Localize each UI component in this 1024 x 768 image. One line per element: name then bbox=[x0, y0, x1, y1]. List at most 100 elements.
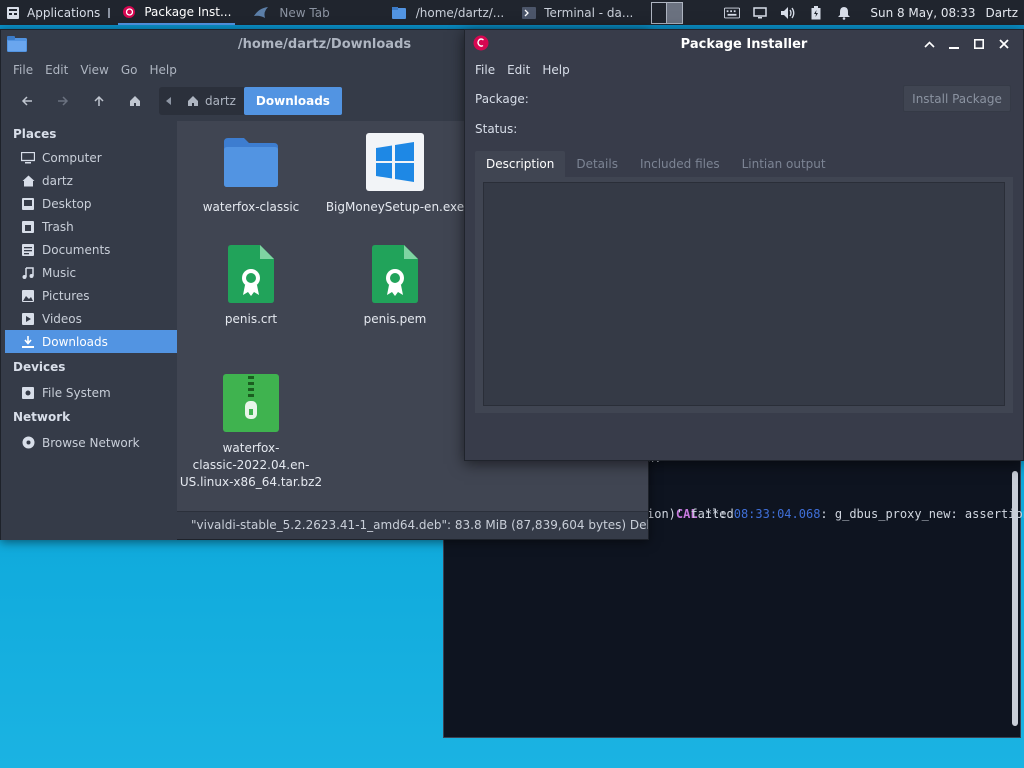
sidebar-item-desktop[interactable]: Desktop bbox=[1, 192, 177, 215]
package-installer-titlebar[interactable]: Package Installer bbox=[465, 30, 1023, 58]
menu-file[interactable]: File bbox=[475, 63, 495, 77]
task-package-installer[interactable]: Package Inst... bbox=[118, 0, 236, 25]
maximize-button[interactable] bbox=[968, 33, 990, 55]
home-icon bbox=[21, 174, 35, 188]
file-item-archive[interactable]: waterfox- classic-2022.04.en- US.linux-x… bbox=[179, 374, 323, 491]
file-name: penis.crt bbox=[224, 312, 278, 326]
sidebar-item-label: Pictures bbox=[42, 288, 90, 303]
debian-icon bbox=[473, 35, 489, 55]
sidebar-item-label: dartz bbox=[42, 173, 73, 188]
sidebar-item-label: Desktop bbox=[42, 196, 92, 211]
file-item-certificate[interactable]: penis.pem bbox=[323, 245, 467, 328]
breadcrumb-downloads[interactable]: Downloads bbox=[243, 87, 342, 115]
file-name: penis.pem bbox=[363, 312, 427, 326]
sidebar-item-label: Videos bbox=[42, 311, 82, 326]
keyboard-icon[interactable] bbox=[724, 5, 741, 21]
file-item-certificate[interactable]: penis.crt bbox=[179, 245, 323, 328]
sidebar-item-label: Music bbox=[42, 265, 77, 280]
file-item-exe[interactable]: BigMoneySetup-en.exe bbox=[323, 133, 467, 216]
file-name: waterfox- classic-2022.04.en- US.linux-x… bbox=[179, 440, 323, 491]
menu-help[interactable]: Help bbox=[542, 63, 569, 77]
computer-icon bbox=[21, 151, 35, 165]
sidebar-item-file-system[interactable]: File System bbox=[1, 381, 177, 404]
debian-icon bbox=[122, 5, 136, 19]
notifications-icon[interactable] bbox=[836, 5, 852, 21]
sidebar-item-pictures[interactable]: Pictures bbox=[1, 284, 177, 307]
panel-tray: Sun 8 May, 08:33 Dartz bbox=[718, 0, 1024, 25]
minimize-button[interactable] bbox=[943, 33, 965, 55]
panel-clock[interactable]: Sun 8 May, 08:33 bbox=[870, 6, 975, 20]
task-file-manager[interactable]: /home/dartz/... bbox=[388, 0, 509, 25]
task-terminal[interactable]: Terminal - da... bbox=[518, 0, 637, 25]
description-text-view[interactable] bbox=[483, 182, 1005, 406]
menu-go[interactable]: Go bbox=[121, 63, 138, 77]
tab-details[interactable]: Details bbox=[565, 151, 629, 177]
close-button[interactable] bbox=[993, 33, 1015, 55]
battery-icon[interactable] bbox=[808, 5, 824, 21]
display-icon[interactable] bbox=[752, 5, 768, 21]
file-name: waterfox-classic bbox=[202, 200, 300, 214]
forward-button[interactable] bbox=[47, 87, 79, 115]
path-bar: dartz Downloads bbox=[159, 87, 342, 115]
folder-icon bbox=[7, 36, 27, 56]
task-label: New Tab bbox=[279, 5, 330, 20]
sidebar-item-browse-network[interactable]: Browse Network bbox=[1, 431, 177, 454]
back-button[interactable] bbox=[11, 87, 43, 115]
sidebar-item-label: Computer bbox=[42, 150, 102, 165]
sidebar-item-videos[interactable]: Videos bbox=[1, 307, 177, 330]
sidebar-item-documents[interactable]: Documents bbox=[1, 238, 177, 261]
applications-icon bbox=[6, 6, 20, 20]
menu-edit[interactable]: Edit bbox=[45, 63, 68, 77]
chevron-up-icon bbox=[923, 40, 935, 48]
file-manager-sidebar: Places Computer dartz Desktop Trash Docu… bbox=[1, 121, 177, 540]
applications-menu[interactable]: Applications bbox=[0, 0, 106, 25]
task-label: Terminal - da... bbox=[544, 5, 634, 20]
top-panel: Applications Package Inst... New Tab /ho… bbox=[0, 0, 1024, 25]
shade-button[interactable] bbox=[918, 33, 940, 55]
workspace-2[interactable] bbox=[667, 2, 683, 23]
workspace-1[interactable] bbox=[652, 2, 668, 23]
package-installer-menubar: File Edit Help bbox=[465, 58, 1023, 82]
tab-lintian-output[interactable]: Lintian output bbox=[731, 151, 837, 177]
terminal-message: : g_dbus_proxy_new: assertion ' bbox=[820, 507, 1024, 521]
tab-description[interactable]: Description bbox=[475, 151, 566, 177]
up-button[interactable] bbox=[83, 87, 115, 115]
menu-edit[interactable]: Edit bbox=[507, 63, 530, 77]
close-icon bbox=[999, 39, 1009, 49]
folder-icon bbox=[391, 6, 406, 19]
install-package-button[interactable]: Install Package bbox=[903, 85, 1011, 112]
path-scroll-left-button[interactable] bbox=[159, 97, 179, 105]
sidebar-item-downloads[interactable]: Downloads bbox=[5, 330, 177, 353]
package-tabs: Description Details Included files Linti… bbox=[475, 151, 1013, 177]
file-item-folder[interactable]: waterfox-classic bbox=[179, 133, 323, 216]
panel-separator bbox=[108, 7, 111, 18]
sidebar-item-label: Browse Network bbox=[42, 435, 140, 450]
home-button[interactable] bbox=[119, 87, 151, 115]
workspace-switcher[interactable] bbox=[651, 1, 684, 24]
menu-file[interactable]: File bbox=[13, 63, 33, 77]
menu-help[interactable]: Help bbox=[149, 63, 176, 77]
documents-icon bbox=[21, 243, 35, 257]
volume-icon[interactable] bbox=[780, 5, 796, 21]
drive-icon bbox=[21, 386, 35, 400]
arrow-up-icon bbox=[94, 95, 104, 106]
sidebar-item-dartz[interactable]: dartz bbox=[1, 169, 177, 192]
sidebar-item-music[interactable]: Music bbox=[1, 261, 177, 284]
breadcrumb-dartz[interactable]: dartz bbox=[179, 87, 244, 115]
sidebar-item-computer[interactable]: Computer bbox=[1, 146, 177, 169]
menu-view[interactable]: View bbox=[80, 63, 108, 77]
sidebar-header-places: Places bbox=[13, 127, 57, 141]
window-controls bbox=[915, 30, 1015, 58]
sidebar-header-network: Network bbox=[13, 410, 71, 424]
package-installer-window: Package Installer File Edit Help Package… bbox=[464, 29, 1024, 461]
videos-icon bbox=[21, 312, 35, 326]
sidebar-item-trash[interactable]: Trash bbox=[1, 215, 177, 238]
panel-user[interactable]: Dartz bbox=[985, 6, 1018, 20]
package-label: Package: bbox=[475, 92, 529, 106]
sidebar-item-label: Trash bbox=[42, 219, 74, 234]
task-new-tab[interactable]: New Tab bbox=[249, 0, 333, 25]
tab-included-files[interactable]: Included files bbox=[629, 151, 731, 177]
terminal-scrollbar[interactable] bbox=[1012, 471, 1018, 726]
breadcrumb-label: Downloads bbox=[255, 94, 330, 108]
desktop-icon bbox=[21, 197, 35, 211]
